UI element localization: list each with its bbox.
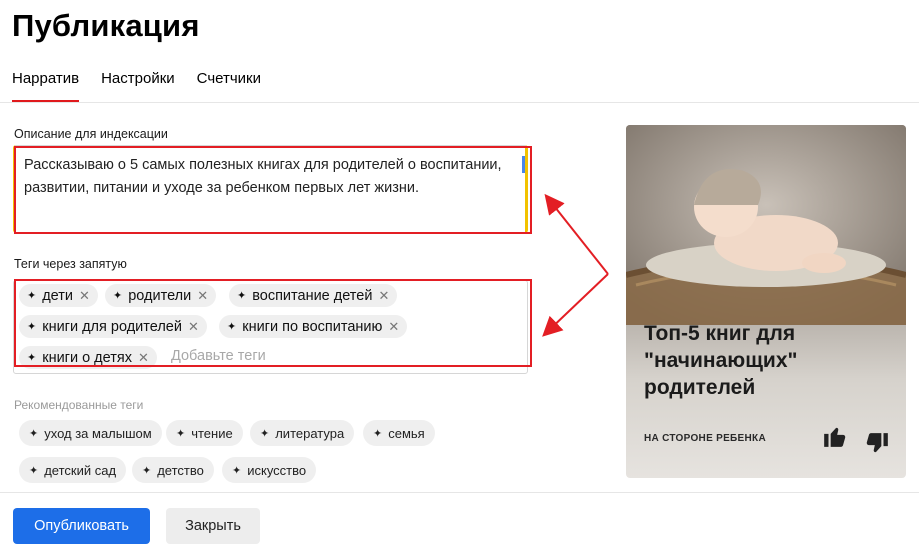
arrow-to-description	[544, 193, 609, 275]
card-title: Топ-5 книг для "начинающих" родителей	[644, 322, 798, 399]
card-image	[626, 125, 906, 325]
recommended-tag[interactable]: ✦ уход за малышом	[19, 420, 162, 446]
recommended-tags-label: Рекомендованные теги	[14, 398, 144, 412]
description-label: Описание для индексации	[14, 127, 168, 141]
page-title: Публикация	[12, 8, 200, 43]
tab-settings[interactable]: Настройки	[101, 70, 175, 87]
arrow-to-tags	[542, 273, 609, 337]
card-source: НА СТОРОНЕ РЕБЕНКА	[644, 433, 766, 444]
recommended-tag[interactable]: ✦ чтение	[166, 420, 243, 446]
sparkle-icon: ✦	[232, 464, 242, 477]
tabs-divider	[0, 102, 919, 103]
publish-button[interactable]: Опубликовать	[13, 508, 150, 544]
annotation-box-tags	[14, 279, 532, 367]
tab-narrative[interactable]: Нарратив	[12, 70, 80, 103]
tabs: Нарратив Настройки Счетчики	[12, 70, 283, 103]
recommended-tag[interactable]: ✦ семья	[363, 420, 435, 446]
thumbs-up-icon[interactable]	[822, 423, 848, 449]
close-button[interactable]: Закрыть	[166, 508, 260, 544]
sparkle-icon: ✦	[260, 427, 270, 440]
sparkle-icon: ✦	[176, 427, 186, 440]
sparkle-icon: ✦	[373, 427, 383, 440]
footer-divider	[0, 492, 919, 493]
recommended-tag[interactable]: ✦ литература	[250, 420, 355, 446]
sparkle-icon: ✦	[29, 464, 39, 477]
tab-counters[interactable]: Счетчики	[197, 70, 261, 87]
sparkle-icon: ✦	[29, 427, 39, 440]
recommended-tag[interactable]: ✦ детство	[132, 457, 214, 483]
sparkle-icon: ✦	[142, 464, 152, 477]
recommended-tag[interactable]: ✦ искусство	[222, 457, 317, 483]
preview-card[interactable]: Топ-5 книг для "начинающих" родителей НА…	[626, 125, 906, 478]
recommended-tag[interactable]: ✦ детский сад	[19, 457, 127, 483]
tags-label: Теги через запятую	[14, 257, 127, 271]
annotation-box-description	[14, 146, 532, 234]
thumbs-down-icon[interactable]	[864, 431, 890, 457]
